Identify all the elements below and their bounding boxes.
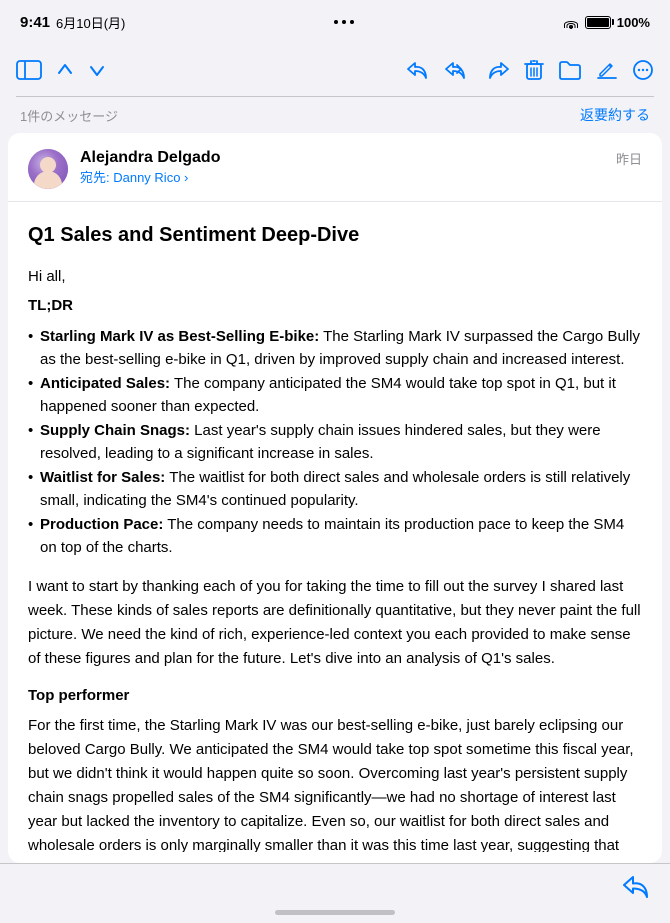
email-header: Alejandra Delgado 宛先: Danny Rico › 昨日 (8, 133, 662, 202)
summarize-button[interactable]: 返要約する (580, 105, 650, 125)
bullet-item: Supply Chain Snags: Last year's supply c… (28, 420, 642, 465)
bullet-item: Production Pace: The company needs to ma… (28, 514, 642, 559)
battery-percent: 100% (617, 15, 650, 30)
email-tldr: TL;DR (28, 297, 642, 314)
toolbar-left (16, 59, 406, 81)
message-count: 1件のメッセージ (20, 106, 118, 125)
bullet-item: Waitlist for Sales: The waitlist for bot… (28, 467, 642, 512)
message-count-bar: 1件のメッセージ 返要約する (0, 97, 670, 133)
bullet-item: Starling Mark IV as Best-Selling E-bike:… (28, 326, 642, 371)
email-card: Alejandra Delgado 宛先: Danny Rico › 昨日 Q1… (8, 133, 662, 863)
reply-button[interactable] (406, 59, 430, 81)
sender-to[interactable]: 宛先: Danny Rico › (80, 167, 604, 186)
email-section-title: Top performer (28, 687, 642, 704)
previous-message-button[interactable] (56, 59, 74, 81)
sidebar-toggle-button[interactable] (16, 60, 42, 80)
bullet-item: Anticipated Sales: The company anticipat… (28, 373, 642, 418)
dot3 (350, 20, 354, 24)
dot2 (342, 20, 346, 24)
sender-avatar (28, 149, 68, 189)
email-subject: Q1 Sales and Sentiment Deep-Dive (28, 222, 642, 248)
delete-button[interactable] (524, 59, 544, 81)
status-bar: 9:41 6月10日(月) 100% (0, 0, 670, 44)
toolbar-right (406, 59, 654, 81)
move-to-folder-button[interactable] (558, 60, 582, 80)
status-bar-left: 9:41 6月10日(月) (20, 13, 125, 32)
sender-name: Alejandra Delgado (80, 149, 604, 167)
avatar-image (28, 149, 68, 189)
battery-fill (587, 18, 609, 27)
home-indicator (275, 910, 395, 915)
next-message-button[interactable] (88, 59, 106, 81)
wifi-dot (569, 26, 572, 29)
status-date: 6月10日(月) (56, 13, 125, 32)
reply-all-button[interactable] (444, 59, 472, 81)
sender-info: Alejandra Delgado 宛先: Danny Rico › (80, 149, 604, 186)
bullet-list: Starling Mark IV as Best-Selling E-bike:… (28, 326, 642, 559)
battery-icon (585, 16, 611, 29)
compose-button[interactable] (596, 59, 618, 81)
email-greeting: Hi all, (28, 268, 642, 285)
content-area: Alejandra Delgado 宛先: Danny Rico › 昨日 Q1… (0, 133, 670, 863)
forward-button[interactable] (486, 59, 510, 81)
email-body: Q1 Sales and Sentiment Deep-Dive Hi all,… (8, 202, 662, 852)
main-toolbar (0, 44, 670, 96)
email-paragraph-1: I want to start by thanking each of you … (28, 575, 642, 671)
reply-icon-button[interactable] (622, 874, 650, 904)
status-bar-right: 100% (563, 15, 650, 30)
to-label: 宛先: Danny Rico (80, 170, 180, 185)
more-options-button[interactable] (632, 59, 654, 81)
email-meta-right: 昨日 (616, 149, 642, 168)
dot1 (334, 20, 338, 24)
status-bar-center (334, 20, 354, 24)
email-date: 昨日 (616, 149, 642, 168)
email-paragraph-2: For the first time, the Starling Mark IV… (28, 714, 642, 852)
device-frame: 9:41 6月10日(月) 100% (0, 0, 670, 923)
wifi-icon (563, 16, 579, 28)
to-chevron: › (184, 170, 188, 185)
status-time: 9:41 (20, 14, 50, 31)
